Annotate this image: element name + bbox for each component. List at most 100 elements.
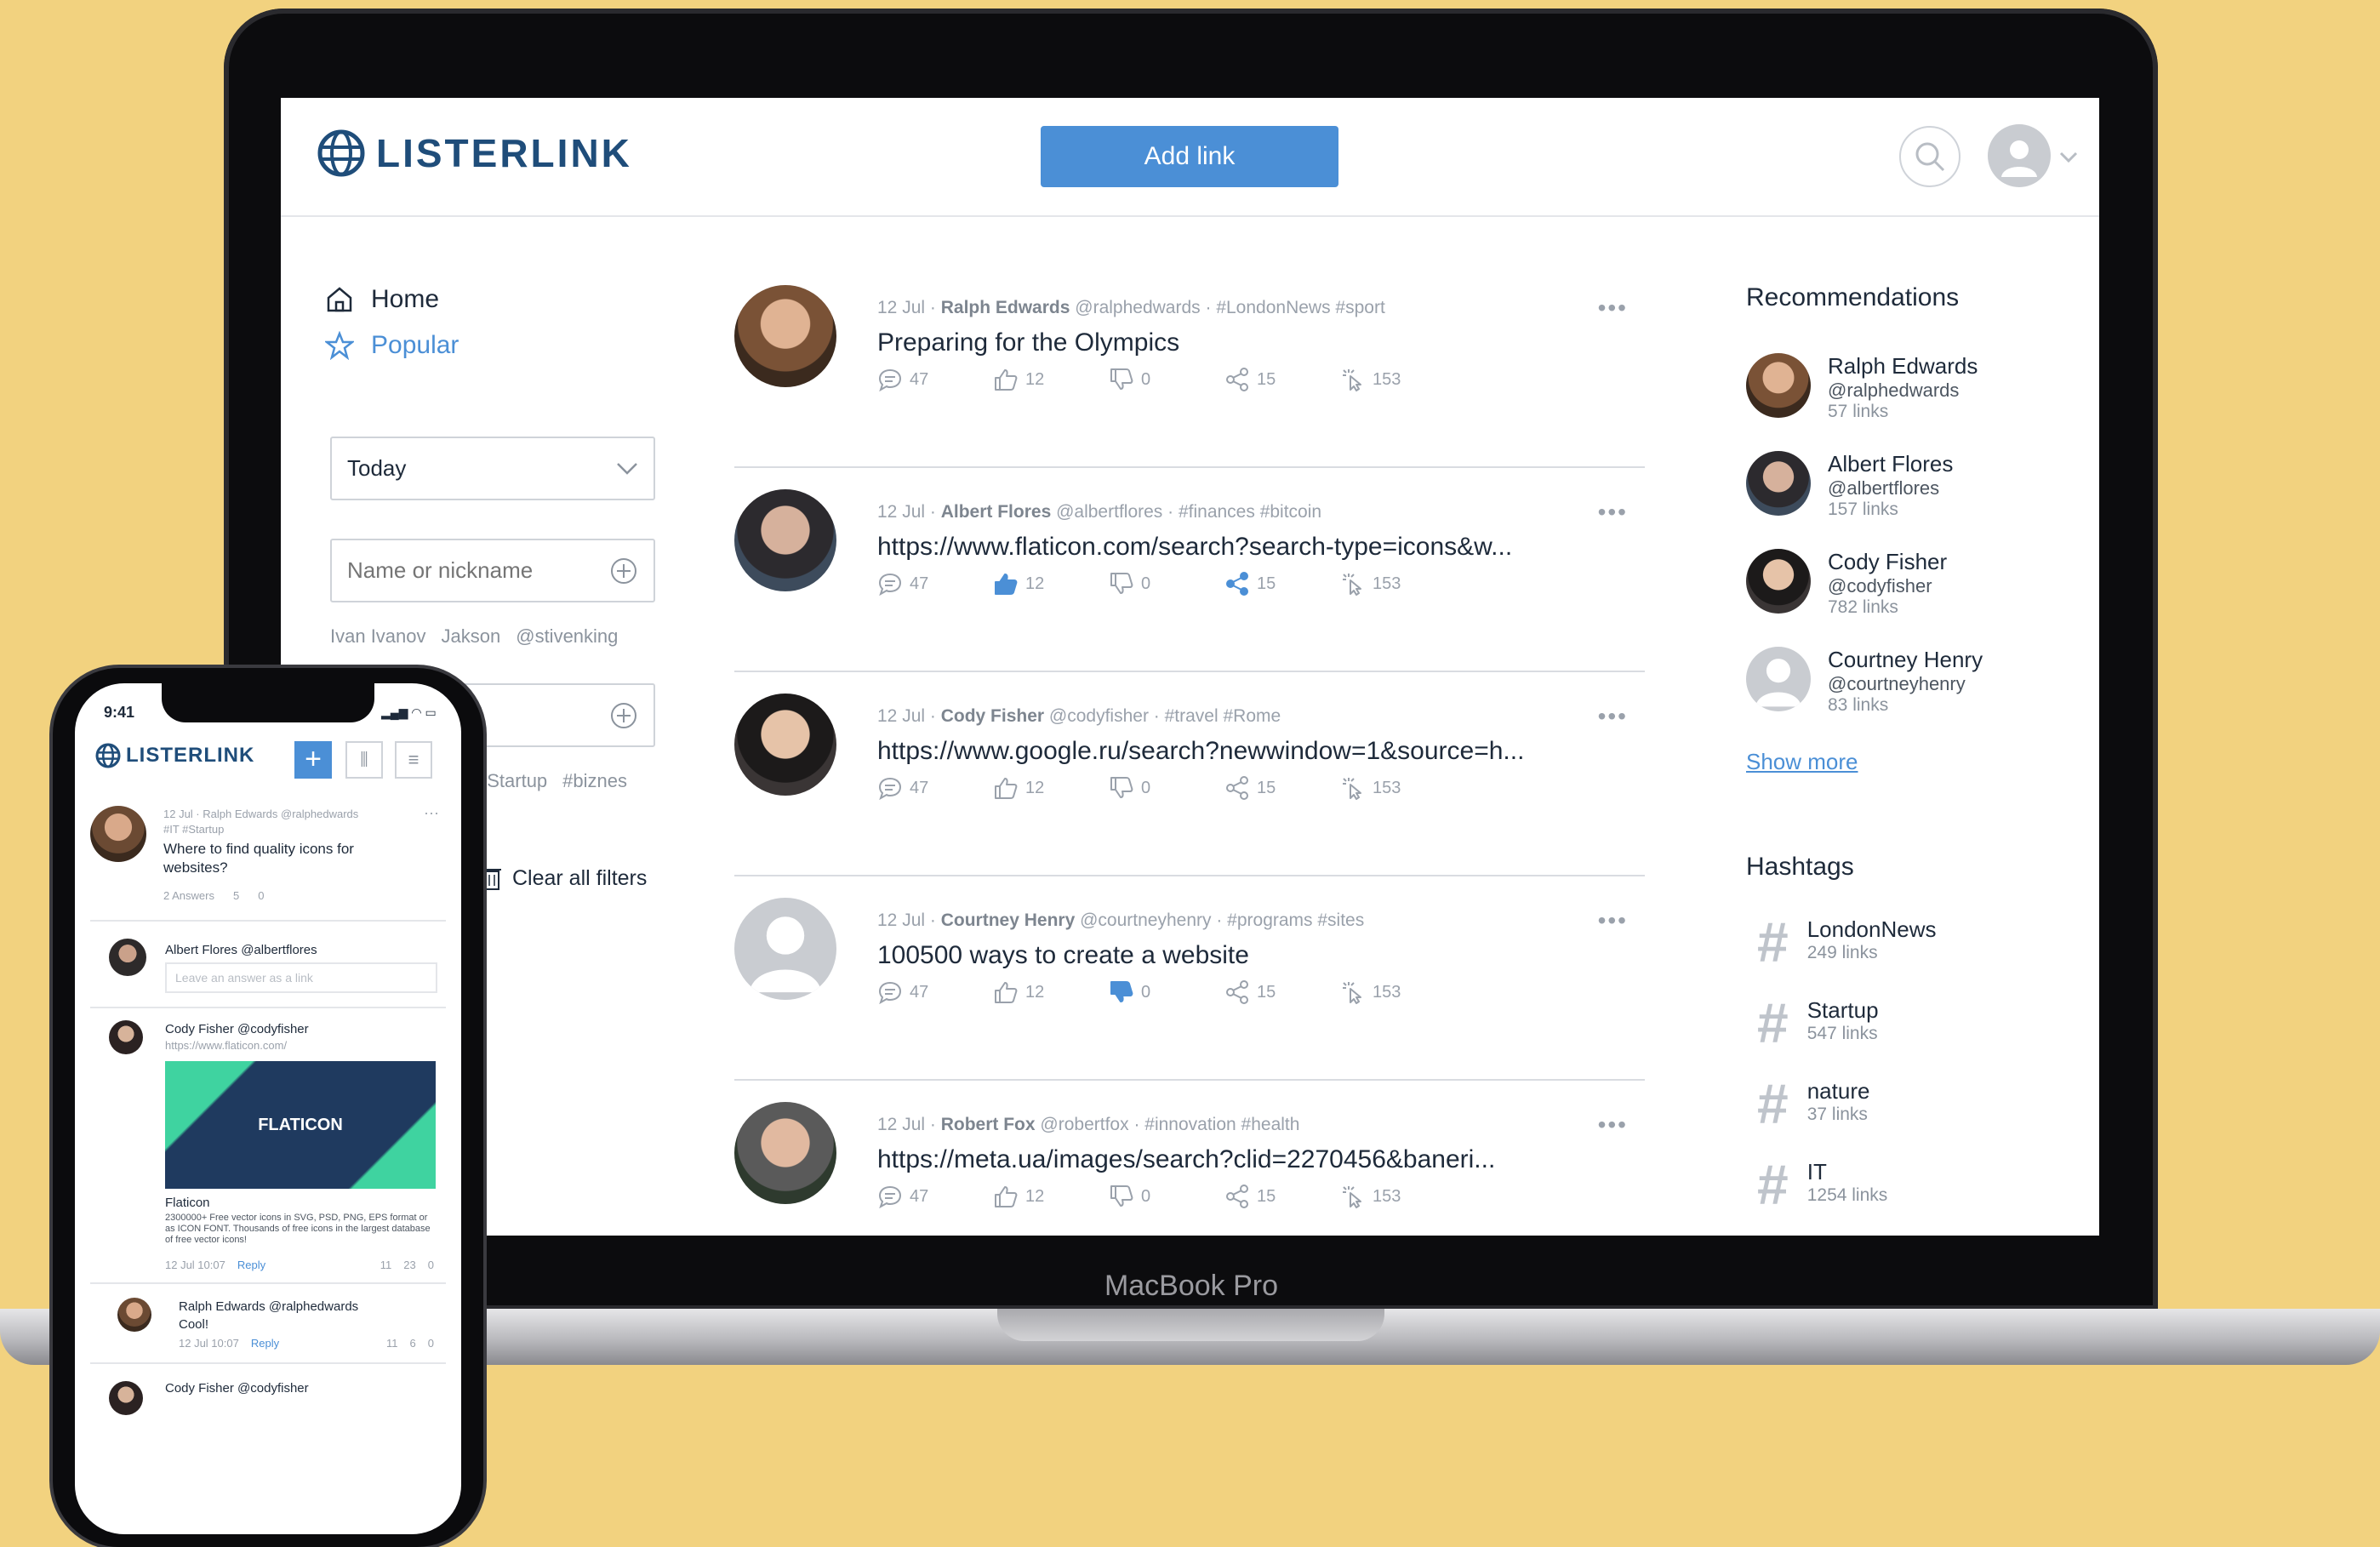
comments-button[interactable]: 47: [877, 368, 993, 391]
name-suggestion[interactable]: Ivan Ivanov: [330, 625, 426, 648]
like-button[interactable]: 12: [993, 980, 1109, 1004]
like-button[interactable]: 12: [993, 368, 1109, 391]
recommendation-item[interactable]: Cody Fisher @codyfisher 782 links: [1746, 549, 1947, 618]
name-filter-field[interactable]: [330, 539, 655, 602]
post-author[interactable]: Robert Fox: [941, 1115, 1036, 1134]
post-handle[interactable]: @ralphedwards: [1075, 298, 1200, 317]
post-title[interactable]: 100500 ways to create a website: [877, 941, 1249, 970]
chevron-down-icon[interactable]: [2059, 151, 2078, 163]
more-options-icon[interactable]: •••: [1598, 703, 1628, 730]
dislike-button[interactable]: 0: [1109, 980, 1224, 1004]
add-circle-icon[interactable]: [609, 701, 638, 730]
feed-post[interactable]: 12 Jul · Albert Flores @albertflores · #…: [734, 468, 1645, 672]
post-handle[interactable]: @robertfox: [1040, 1115, 1128, 1134]
post-title[interactable]: https://www.flaticon.com/search?search-t…: [877, 533, 1512, 562]
post-tags[interactable]: #LondonNews #sport: [1216, 298, 1384, 317]
add-link-button[interactable]: Add link: [1041, 126, 1338, 187]
post-handle[interactable]: @courtneyhenry: [1080, 911, 1211, 930]
author-avatar[interactable]: [734, 694, 836, 796]
dislike-button[interactable]: 0: [1109, 368, 1224, 391]
post-handle[interactable]: @codyfisher: [1049, 706, 1149, 726]
phone-logo[interactable]: LISTERLINK: [95, 743, 254, 768]
link-preview-image[interactable]: FLATICON: [165, 1061, 436, 1189]
comments-button[interactable]: 47: [877, 980, 993, 1004]
likes-count[interactable]: 5: [233, 889, 239, 902]
post-tags[interactable]: #finances #bitcoin: [1179, 502, 1321, 522]
post-title[interactable]: https://meta.ua/images/search?clid=22704…: [877, 1145, 1495, 1174]
post-author[interactable]: Courtney Henry: [941, 911, 1076, 930]
phone-filter-button[interactable]: ⫼: [345, 741, 383, 779]
likes-count[interactable]: 6: [410, 1337, 416, 1350]
author-avatar[interactable]: [734, 285, 836, 387]
hashtag-item[interactable]: # nature 37 links: [1757, 1076, 1869, 1132]
post-author[interactable]: Albert Flores: [941, 502, 1052, 522]
post-tags[interactable]: #innovation #health: [1144, 1115, 1299, 1134]
post-author[interactable]: Cody Fisher: [941, 706, 1044, 726]
recommendation-item[interactable]: Courtney Henry @courtneyhenry 83 links: [1746, 647, 1983, 716]
author-avatar[interactable]: [734, 1102, 836, 1204]
reply-link[interactable]: Reply: [251, 1337, 279, 1350]
hashtag-item[interactable]: # LondonNews 249 links: [1757, 914, 1937, 970]
dislikes-count[interactable]: 0: [428, 1259, 434, 1271]
post-title[interactable]: Preparing for the Olympics: [877, 328, 1179, 357]
dislike-button[interactable]: 0: [1109, 1185, 1224, 1208]
add-circle-icon[interactable]: [609, 557, 638, 585]
recommendation-item[interactable]: Albert Flores @albertflores 157 links: [1746, 451, 1953, 520]
recommendation-item[interactable]: Ralph Edwards @ralphedwards 57 links: [1746, 353, 1978, 422]
likes-count[interactable]: 23: [403, 1259, 415, 1271]
user-avatar-button[interactable]: [1988, 124, 2051, 187]
comments-button[interactable]: 47: [877, 572, 993, 596]
answer-link[interactable]: https://www.flaticon.com/: [165, 1039, 287, 1052]
share-button[interactable]: 15: [1224, 776, 1340, 800]
more-options-icon[interactable]: •••: [1598, 499, 1628, 526]
feed-post[interactable]: 12 Jul · Ralph Edwards @ralphedwards · #…: [734, 264, 1645, 468]
author-avatar[interactable]: [734, 898, 836, 1000]
share-button[interactable]: 15: [1224, 572, 1340, 596]
post-tags[interactable]: #programs #sites: [1227, 911, 1364, 930]
comments-button[interactable]: 47: [877, 1185, 993, 1208]
clear-filters-button[interactable]: Clear all filters: [482, 865, 647, 891]
like-button[interactable]: 12: [993, 572, 1109, 596]
author-avatar[interactable]: [734, 489, 836, 591]
share-button[interactable]: 15: [1224, 368, 1340, 391]
show-more-link[interactable]: Show more: [1746, 749, 1858, 775]
feed-post[interactable]: 12 Jul · Courtney Henry @courtneyhenry ·…: [734, 876, 1645, 1081]
search-button[interactable]: [1899, 126, 1961, 187]
phone-menu-button[interactable]: ≡: [395, 741, 432, 779]
like-button[interactable]: 12: [993, 776, 1109, 800]
hashtag-item[interactable]: # Startup 547 links: [1757, 995, 1879, 1051]
post-title[interactable]: https://www.google.ru/search?newwindow=1…: [877, 737, 1524, 766]
hashtag-item[interactable]: # IT 1254 links: [1757, 1156, 1887, 1213]
shares-count[interactable]: 11: [386, 1337, 398, 1350]
answers-count[interactable]: 2 Answers: [163, 889, 214, 902]
phone-add-button[interactable]: +: [294, 741, 332, 779]
dislikes-count[interactable]: 0: [258, 889, 264, 902]
like-button[interactable]: 12: [993, 1185, 1109, 1208]
shares-count[interactable]: 11: [380, 1259, 392, 1271]
feed-post[interactable]: 12 Jul · Cody Fisher @codyfisher · #trav…: [734, 672, 1645, 876]
phone-question[interactable]: 12 Jul · Ralph Edwards @ralphedwards #IT…: [90, 804, 446, 922]
logo[interactable]: LISTERLINK: [317, 128, 632, 178]
post-handle[interactable]: @albertflores: [1056, 502, 1162, 522]
dislike-button[interactable]: 0: [1109, 776, 1224, 800]
more-icon[interactable]: ···: [424, 804, 439, 822]
reply-link[interactable]: Reply: [237, 1259, 265, 1271]
period-select[interactable]: Today: [330, 437, 655, 500]
name-filter-input[interactable]: [347, 557, 585, 584]
nav-popular[interactable]: Popular: [325, 331, 459, 360]
share-button[interactable]: 15: [1224, 1185, 1340, 1208]
more-options-icon[interactable]: •••: [1598, 907, 1628, 934]
nav-home[interactable]: Home: [325, 285, 439, 314]
post-tags[interactable]: #travel #Rome: [1165, 706, 1281, 726]
post-author[interactable]: Ralph Edwards: [941, 298, 1070, 317]
name-suggestion[interactable]: @stivenking: [516, 625, 618, 648]
more-options-icon[interactable]: •••: [1598, 294, 1628, 322]
dislike-button[interactable]: 0: [1109, 572, 1224, 596]
dislikes-count[interactable]: 0: [428, 1337, 434, 1350]
answer-input[interactable]: Leave an answer as a link: [165, 962, 437, 993]
tag-suggestion[interactable]: #Startup: [477, 770, 547, 792]
name-suggestion[interactable]: Jakson: [442, 625, 501, 648]
share-button[interactable]: 15: [1224, 980, 1340, 1004]
tag-suggestion[interactable]: #biznes: [562, 770, 627, 792]
more-options-icon[interactable]: •••: [1598, 1111, 1628, 1139]
